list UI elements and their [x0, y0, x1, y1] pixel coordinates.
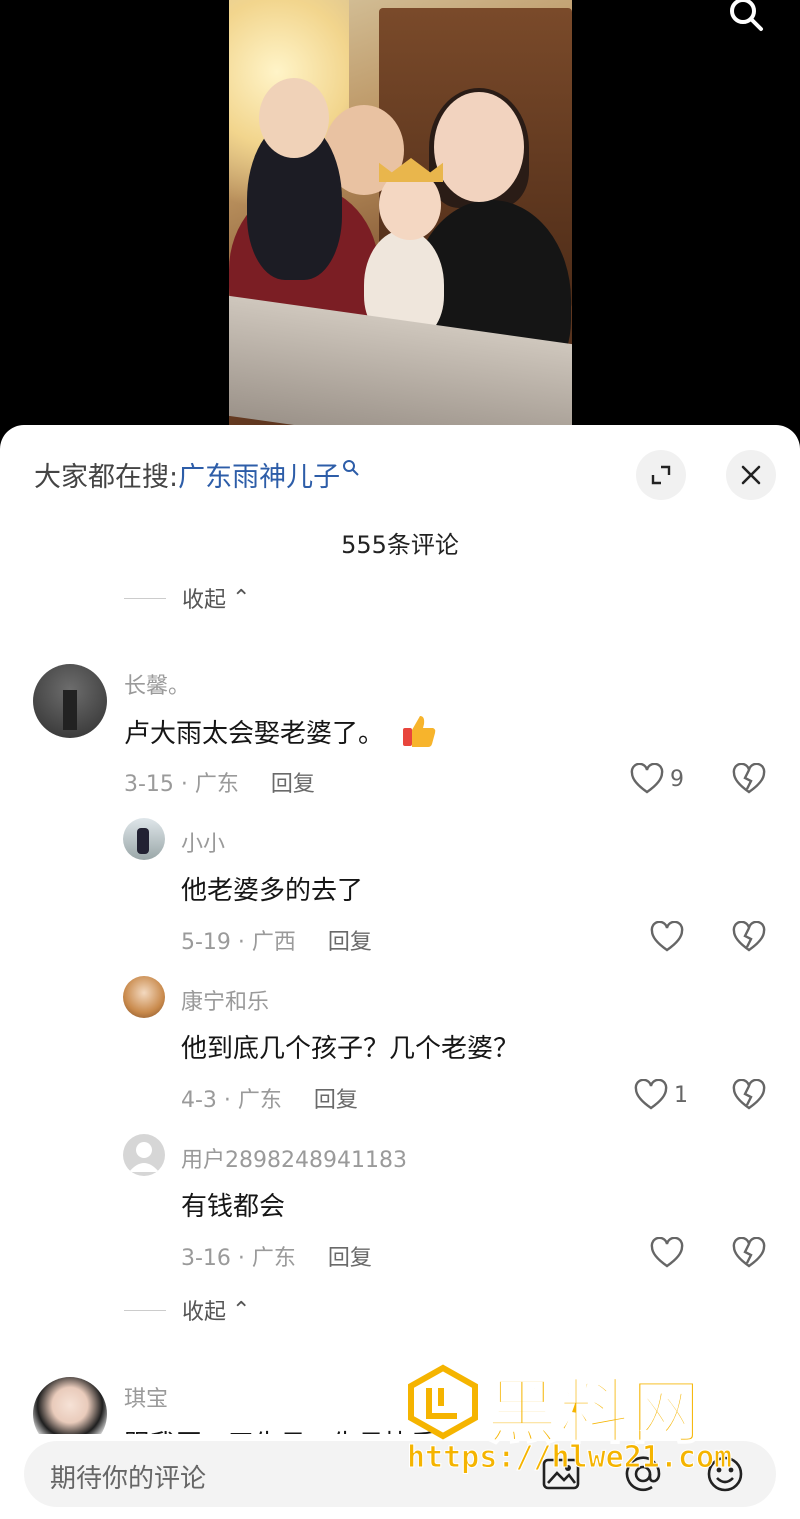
reply-button[interactable]: 回复	[328, 930, 372, 955]
heart-icon	[650, 921, 684, 952]
reply-button[interactable]: 回复	[328, 1246, 372, 1271]
broken-heart-icon[interactable]	[732, 921, 766, 953]
avatar[interactable]	[123, 818, 165, 860]
avatar[interactable]	[33, 664, 107, 738]
reply-text: 有钱都会	[181, 1192, 286, 1222]
close-icon	[741, 465, 761, 485]
chevron-up-icon: ⌃	[232, 585, 251, 611]
close-button[interactable]	[726, 450, 776, 500]
at-mention-icon[interactable]	[622, 1453, 664, 1495]
reply-date-region: 5-19 · 广西	[181, 930, 296, 955]
comment-date-region: 3-15 · 广东	[124, 772, 239, 797]
default-avatar-icon[interactable]	[123, 1134, 165, 1176]
like-button[interactable]	[650, 1237, 684, 1269]
collapse-toggle[interactable]: 收起 ⌃	[124, 582, 250, 614]
search-icon[interactable]	[726, 0, 766, 36]
search-icon	[343, 460, 359, 476]
reply-meta: 4-3 · 广东 回复	[181, 1082, 358, 1114]
comment-input-placeholder: 期待你的评论	[50, 1464, 207, 1494]
hot-search-keyword[interactable]: 广东雨神儿子	[178, 462, 340, 493]
comment-username[interactable]: 琪宝	[124, 1381, 168, 1413]
comment-username[interactable]: 长馨。	[124, 668, 190, 700]
comment-sheet: 大家都在搜:广东雨神儿子 555条评论 收起 ⌃	[0, 425, 800, 1519]
collapse-label: 收起	[182, 1300, 227, 1325]
heart-icon	[634, 1079, 668, 1110]
expand-icon	[651, 465, 671, 485]
expand-button[interactable]	[636, 450, 686, 500]
reply-date-region: 3-16 · 广东	[181, 1246, 296, 1271]
emoji-icon[interactable]	[704, 1453, 746, 1495]
hot-search-prefix: 大家都在搜:	[34, 462, 179, 493]
reply-button[interactable]: 回复	[271, 772, 315, 797]
reply-meta: 3-16 · 广东 回复	[181, 1240, 372, 1272]
reply-date-region: 4-3 · 广东	[181, 1088, 282, 1113]
like-button[interactable]: 9	[630, 763, 684, 795]
collapse-toggle[interactable]: 收起 ⌃	[124, 1294, 250, 1326]
reply-username[interactable]: 康宁和乐	[181, 984, 269, 1016]
broken-heart-icon[interactable]	[732, 1237, 766, 1269]
reply-text: 他老婆多的去了	[181, 876, 364, 906]
like-button[interactable]	[650, 921, 684, 953]
reply-username[interactable]: 用户2898248941183	[181, 1142, 407, 1174]
like-count: 1	[674, 1082, 688, 1108]
chevron-up-icon: ⌃	[232, 1297, 251, 1323]
collapse-label: 收起	[182, 588, 227, 613]
comment-meta: 3-15 · 广东 回复	[124, 766, 315, 798]
reply-username[interactable]: 小小	[181, 826, 225, 858]
video-frame	[229, 0, 572, 440]
reply-button[interactable]: 回复	[314, 1088, 358, 1113]
avatar[interactable]	[123, 976, 165, 1018]
heart-icon	[630, 763, 664, 794]
comment-text: 卢大雨太会娶老婆了。	[124, 712, 438, 757]
image-icon[interactable]	[540, 1453, 582, 1495]
reply-text: 他到底几个孩子？几个老婆？	[181, 1034, 520, 1064]
like-button[interactable]: 1	[634, 1079, 688, 1111]
like-count: 9	[670, 766, 684, 792]
broken-heart-icon[interactable]	[732, 1079, 766, 1111]
heart-icon	[650, 1237, 684, 1268]
comment-count: 555条评论	[341, 531, 459, 559]
reply-meta: 5-19 · 广西 回复	[181, 924, 372, 956]
broken-heart-icon[interactable]	[732, 763, 766, 795]
hot-search-bar[interactable]: 大家都在搜:广东雨神儿子	[34, 455, 360, 494]
comment-input[interactable]: 期待你的评论	[24, 1441, 776, 1507]
thumbs-up-icon	[400, 712, 438, 757]
video-player[interactable]	[0, 0, 800, 440]
